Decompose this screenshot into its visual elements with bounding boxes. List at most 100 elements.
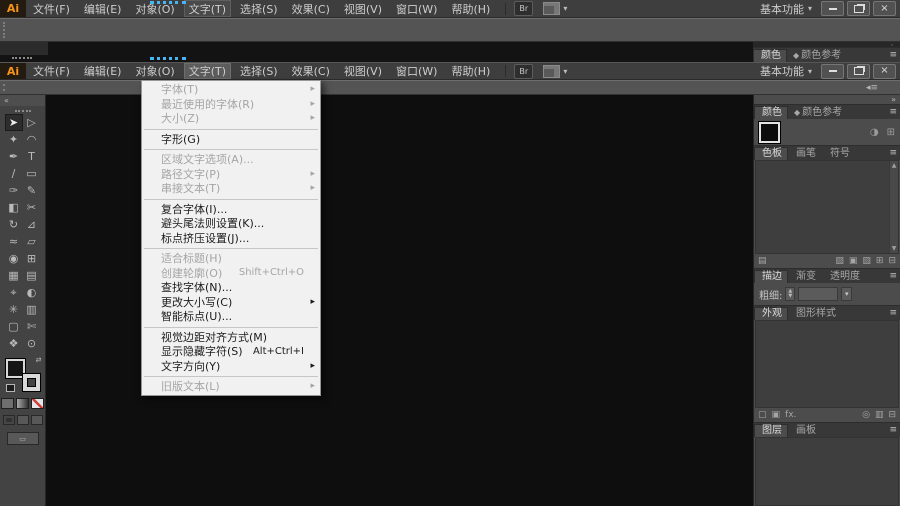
- panel-tab[interactable]: 色板: [754, 147, 788, 160]
- panel-tab[interactable]: ◆ 颜色参考: [787, 49, 847, 62]
- swatches-list[interactable]: ▲ ▼: [755, 160, 899, 254]
- artboard-tool[interactable]: ▢: [5, 318, 23, 335]
- panel-collapse-icon[interactable]: ◂≡: [866, 83, 878, 93]
- stroke-color-swatch[interactable]: [23, 374, 40, 391]
- symbol-sprayer-tool[interactable]: ✳: [5, 301, 23, 318]
- lasso-tool[interactable]: ◠: [23, 131, 41, 148]
- type-menu-item[interactable]: 查找字体(N)...: [142, 280, 320, 295]
- swap-fill-stroke-icon[interactable]: ⇄: [36, 356, 42, 364]
- hand-tool[interactable]: ❖: [5, 335, 23, 352]
- pen-tool[interactable]: ✒: [5, 148, 23, 165]
- swatch-kinds-icon[interactable]: ▨: [835, 256, 844, 266]
- panel-tab[interactable]: 符号: [822, 147, 856, 160]
- blend-tool[interactable]: ◐: [23, 284, 41, 301]
- restore-button[interactable]: [847, 64, 870, 79]
- type-menu-item[interactable]: 标点挤压设置(J)...: [142, 231, 320, 246]
- type-menu-item[interactable]: 文字方向(Y) ▸: [142, 359, 320, 374]
- scrollbar[interactable]: ▲ ▼: [889, 161, 898, 253]
- panel-tab[interactable]: 描边: [754, 270, 788, 283]
- panel-tab[interactable]: 图形样式: [788, 307, 842, 320]
- panel-menu-icon[interactable]: ≡: [889, 271, 896, 281]
- mesh-tool[interactable]: ▦: [5, 267, 23, 284]
- workspace-switcher[interactable]: 基本功能 ▾: [760, 1, 812, 17]
- type-menu-item[interactable]: 旧版文本(L) ▸: [142, 379, 320, 394]
- type-menu-item[interactable]: 视觉边距对齐方式(M): [142, 330, 320, 345]
- direct-selection-tool[interactable]: ▷: [23, 114, 41, 131]
- swatch-libraries-icon[interactable]: ▤: [758, 256, 767, 266]
- tools-drag-dots-icon[interactable]: [15, 110, 31, 112]
- panel-tab[interactable]: 画板: [788, 424, 822, 437]
- panel-tab[interactable]: 图层: [754, 424, 788, 437]
- new-swatch-icon[interactable]: ⊞: [876, 256, 884, 266]
- menubar-item[interactable]: 效果(C): [287, 0, 335, 17]
- document-tab-stub[interactable]: [0, 42, 48, 55]
- rotate-tool[interactable]: ↻: [5, 216, 23, 233]
- menubar-item[interactable]: 视图(V): [339, 0, 387, 17]
- magic-wand-tool[interactable]: ✦: [5, 131, 23, 148]
- stroke-weight-stepper[interactable]: ▲ ▼: [785, 287, 795, 301]
- gradient-tool[interactable]: ▤: [23, 267, 41, 284]
- clear-appearance-icon[interactable]: ◎: [862, 410, 870, 420]
- new-art-basic-icon[interactable]: ▢: [758, 410, 767, 420]
- scissors-tool[interactable]: ✂: [23, 199, 41, 216]
- menubar-item[interactable]: 编辑(E): [79, 0, 127, 17]
- drag-grip-icon[interactable]: [3, 84, 8, 91]
- menubar-item[interactable]: 帮助(H): [446, 63, 495, 79]
- type-menu-item[interactable]: 显示隐藏字符(S) Alt+Ctrl+I: [142, 344, 320, 359]
- duplicate-item-icon[interactable]: ▥: [875, 410, 884, 420]
- arrange-documents-button[interactable]: ▾: [543, 65, 567, 78]
- current-color-swatch[interactable]: [759, 122, 780, 143]
- panel-tab[interactable]: 颜色: [753, 49, 787, 62]
- panel-menu-icon[interactable]: ≡: [889, 308, 896, 318]
- panel-menu-icon[interactable]: ≡: [889, 148, 896, 158]
- minimize-button[interactable]: [821, 1, 844, 16]
- free-transform-tool[interactable]: ▱: [23, 233, 41, 250]
- type-menu-item[interactable]: 字形(G): [142, 132, 320, 147]
- visibility-icon[interactable]: ▣: [772, 410, 781, 420]
- menubar-item[interactable]: 选择(S): [235, 63, 283, 79]
- stroke-weight-input[interactable]: [798, 287, 838, 301]
- draw-inside-button[interactable]: [31, 415, 43, 425]
- panel-tab[interactable]: 外观: [754, 307, 788, 320]
- menubar-item[interactable]: 文件(F): [28, 63, 75, 79]
- paintbrush-tool[interactable]: ✑: [5, 182, 23, 199]
- panel-tab[interactable]: 透明度: [822, 270, 866, 283]
- draw-behind-button[interactable]: [17, 415, 29, 425]
- scroll-up-icon[interactable]: ▲: [892, 162, 897, 169]
- appearance-list[interactable]: [755, 320, 899, 408]
- fx-icon[interactable]: fx.: [785, 410, 796, 420]
- type-menu-item[interactable]: 创建轮廓(O) Shift+Ctrl+O: [142, 266, 320, 281]
- menubar-item[interactable]: 文字(T): [184, 0, 231, 17]
- panel-menu-icon[interactable]: ≡: [889, 107, 896, 117]
- bridge-button[interactable]: Br: [514, 64, 533, 79]
- scroll-down-icon[interactable]: ▼: [892, 245, 897, 252]
- pencil-tool[interactable]: ✎: [23, 182, 41, 199]
- panel-tab[interactable]: 渐变: [788, 270, 822, 283]
- minimize-button[interactable]: [821, 64, 844, 79]
- close-button[interactable]: ×: [873, 1, 896, 16]
- type-menu-item[interactable]: 路径文字(P) ▸: [142, 167, 320, 182]
- eyedropper-tool[interactable]: ⌖: [5, 284, 23, 301]
- type-menu-item[interactable]: 复合字体(I)...: [142, 202, 320, 217]
- menubar-item[interactable]: 文件(F): [28, 0, 75, 17]
- panel-tab[interactable]: 颜色: [754, 106, 788, 119]
- menubar-item[interactable]: 效果(C): [287, 63, 335, 79]
- shape-builder-tool[interactable]: ◉: [5, 250, 23, 267]
- stroke-weight-dropdown[interactable]: ▾: [841, 287, 852, 301]
- menubar-item[interactable]: 编辑(E): [79, 63, 127, 79]
- screen-mode-button[interactable]: ▭: [7, 432, 39, 445]
- line-segment-tool[interactable]: ∕: [5, 165, 23, 182]
- delete-swatch-icon[interactable]: ⊟: [888, 256, 896, 266]
- swatch-options-icon[interactable]: ▣: [849, 256, 858, 266]
- menubar-item[interactable]: 帮助(H): [446, 0, 495, 17]
- zoom-tool[interactable]: ⊙: [23, 335, 41, 352]
- width-tool[interactable]: ≈: [5, 233, 23, 250]
- type-menu-item[interactable]: 避头尾法则设置(K)...: [142, 216, 320, 231]
- rectangle-tool[interactable]: ▭: [23, 165, 41, 182]
- new-color-group-icon[interactable]: ▧: [862, 256, 871, 266]
- panel-tab[interactable]: ◆ 颜色参考: [788, 106, 848, 119]
- type-menu-item[interactable]: 字体(T) ▸: [142, 82, 320, 97]
- restore-button[interactable]: [847, 1, 870, 16]
- type-menu-item[interactable]: 区域文字选项(A)...: [142, 152, 320, 167]
- type-menu-item[interactable]: 串接文本(T) ▸: [142, 181, 320, 196]
